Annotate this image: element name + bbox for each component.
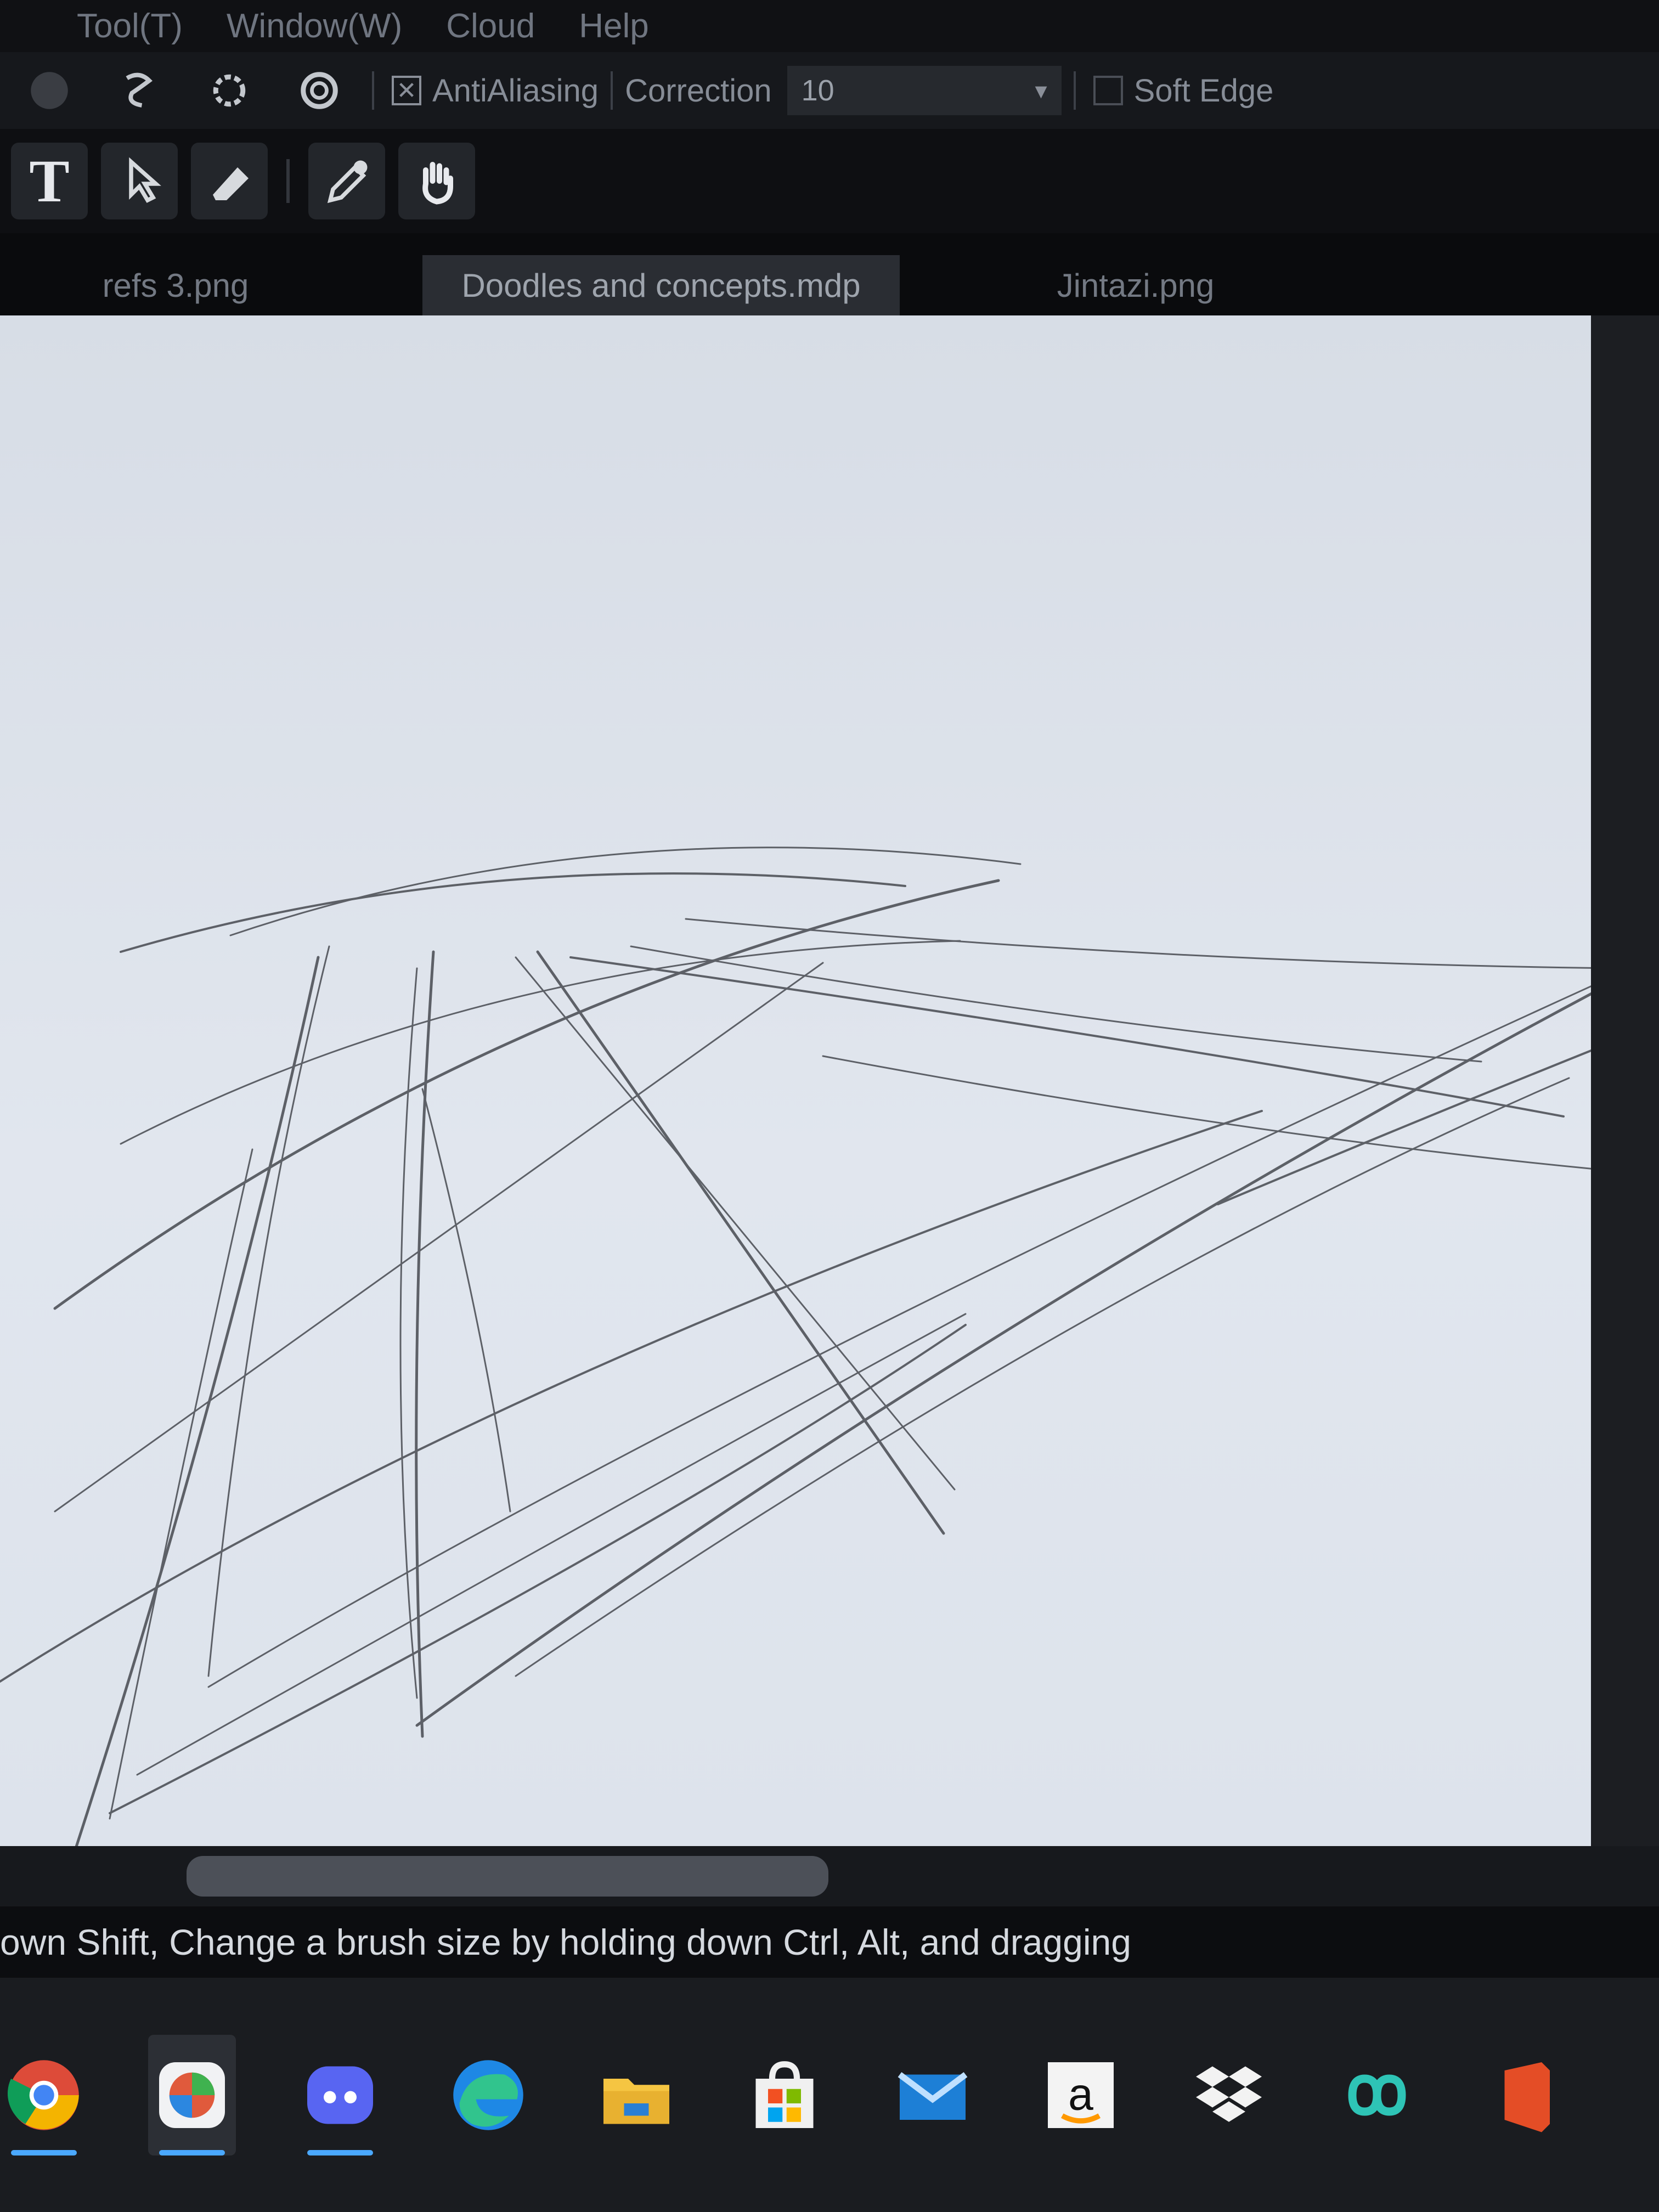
- sketch-stroke: [207, 985, 1591, 1688]
- document-tabs: refs 3.png Doodles and concepts.mdp Jint…: [0, 233, 1659, 315]
- edge-icon[interactable]: [444, 2035, 532, 2155]
- selection-mode-icon[interactable]: [22, 63, 77, 118]
- text-tool-glyph: T: [29, 147, 70, 215]
- gear-filled-icon[interactable]: [292, 63, 347, 118]
- amazon-icon[interactable]: a: [1037, 2035, 1125, 2155]
- infinity-icon[interactable]: [1333, 2035, 1421, 2155]
- eyedropper-button[interactable]: [308, 143, 385, 219]
- separator: [286, 159, 290, 203]
- select-pointer-button[interactable]: [101, 143, 178, 219]
- hand-tool-button[interactable]: [398, 143, 475, 219]
- status-bar: own Shift, Change a brush size by holdin…: [0, 1906, 1659, 1978]
- mail-icon[interactable]: [889, 2035, 977, 2155]
- canvas-edge: [1591, 315, 1659, 1846]
- sketch-stroke: [120, 940, 961, 1145]
- antialiasing-label: AntiAliasing: [432, 72, 599, 109]
- separator: [1073, 71, 1076, 110]
- antialiasing-checkbox[interactable]: ✕: [392, 76, 421, 105]
- correction-value: 10: [801, 74, 834, 107]
- correction-select[interactable]: 10 ▾: [787, 66, 1062, 115]
- sketch-stroke: [415, 992, 1591, 1727]
- sketch-stroke: [75, 956, 320, 1846]
- menu-cloud[interactable]: Cloud: [446, 7, 535, 46]
- correction-label: Correction: [625, 72, 772, 109]
- menu-window[interactable]: Window(W): [227, 7, 402, 46]
- dropbox-icon[interactable]: [1185, 2035, 1273, 2155]
- tool-bar: T: [0, 129, 1659, 233]
- pointer-icon: [129, 157, 161, 203]
- amazon-glyph: a: [1068, 2069, 1093, 2119]
- sketch-stroke: [53, 879, 1000, 1310]
- discord-icon[interactable]: [296, 2035, 384, 2155]
- office-icon[interactable]: [1481, 2035, 1569, 2155]
- sketch-stroke: [54, 962, 824, 1513]
- gear-outline-icon[interactable]: [202, 63, 257, 118]
- sketch-stroke: [399, 967, 418, 1699]
- scrollbar-thumb[interactable]: [187, 1856, 828, 1897]
- running-indicator: [307, 2149, 373, 2155]
- text-tool-button[interactable]: T: [11, 143, 88, 219]
- drawing-canvas[interactable]: [0, 315, 1591, 1846]
- sketch-stroke: [120, 872, 906, 953]
- sketch-stroke: [515, 956, 956, 1491]
- store-icon[interactable]: [741, 2035, 828, 2155]
- eraser-icon: [213, 167, 249, 200]
- sketch-stroke: [822, 1055, 1591, 1170]
- tab-jintazi[interactable]: Jintazi.png: [944, 255, 1328, 315]
- menu-help[interactable]: Help: [579, 7, 649, 46]
- sketch-stroke: [136, 1313, 967, 1776]
- soft-edge-checkbox[interactable]: [1093, 76, 1123, 105]
- separator: [611, 71, 613, 110]
- running-indicator: [159, 2149, 225, 2155]
- file-explorer-icon[interactable]: [592, 2035, 680, 2155]
- sketch-stroke: [109, 1148, 253, 1820]
- sketch-stroke: [109, 1324, 967, 1814]
- sketch-stroke: [207, 945, 330, 1677]
- running-indicator: [11, 2149, 77, 2155]
- menu-bar: Tool(T) Window(W) Cloud Help: [0, 0, 1659, 52]
- hand-icon: [422, 162, 453, 205]
- sketch-stroke: [229, 847, 1022, 936]
- chrome-icon[interactable]: [0, 2035, 88, 2155]
- sketch-stroke: [536, 950, 945, 1535]
- tab-doodles-active[interactable]: Doodles and concepts.mdp: [422, 255, 900, 315]
- sketch-stroke: [415, 950, 435, 1738]
- horizontal-scrollbar[interactable]: [0, 1846, 1659, 1906]
- sketch-stroke: [515, 1077, 1570, 1677]
- sketch-stroke: [630, 945, 1482, 1063]
- taskbar: a: [0, 1978, 1659, 2212]
- medibang-window: Tool(T) Window(W) Cloud Help ✕ AntiAlias…: [0, 0, 1659, 2212]
- status-hint: own Shift, Change a brush size by holdin…: [0, 1922, 1131, 1962]
- soft-edge-label: Soft Edge: [1133, 72, 1274, 109]
- sketch-stroke: [0, 1110, 1263, 1683]
- eyedropper-icon: [327, 160, 368, 204]
- medibang-icon[interactable]: [148, 2034, 236, 2155]
- tab-refs[interactable]: refs 3.png: [0, 255, 351, 315]
- chevron-down-icon: ▾: [1035, 77, 1047, 104]
- tool-options-bar: ✕ AntiAliasing Correction 10 ▾ Soft Edge: [0, 52, 1659, 129]
- separator: [372, 71, 374, 110]
- sketch-strokes: [0, 847, 1591, 1846]
- lasso-icon[interactable]: [112, 63, 167, 118]
- sketch-stroke: [421, 1088, 511, 1513]
- eraser-button[interactable]: [191, 143, 268, 219]
- menu-tool[interactable]: Tool(T): [77, 7, 183, 46]
